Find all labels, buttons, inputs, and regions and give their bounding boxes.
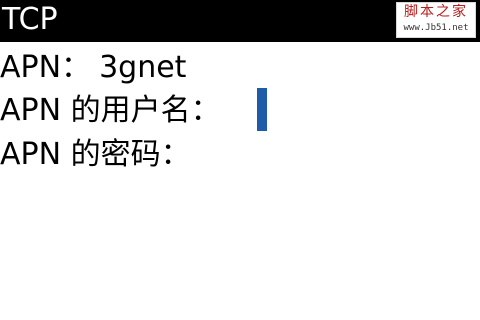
apn-password-label: APN 的密码：	[0, 137, 191, 172]
apn-username-row: APN 的用户名：	[0, 92, 229, 130]
apn-label: APN：	[0, 50, 92, 85]
watermark-name: 脚本之家	[404, 4, 468, 20]
apn-field[interactable]: 3gnet	[99, 49, 186, 87]
page-title: TCP	[2, 2, 58, 37]
watermark-logo: 脚本之家 www.Jb51.net	[396, 2, 476, 38]
title-bar: TCP 脚本之家 www.Jb51.net	[0, 0, 480, 42]
watermark-url: www.Jb51.net	[403, 23, 469, 33]
apn-password-row: APN 的密码：	[0, 136, 199, 174]
apn-row: APN： 3gnet	[0, 49, 186, 87]
text-cursor	[257, 88, 267, 131]
apn-username-label: APN 的用户名：	[0, 93, 221, 128]
